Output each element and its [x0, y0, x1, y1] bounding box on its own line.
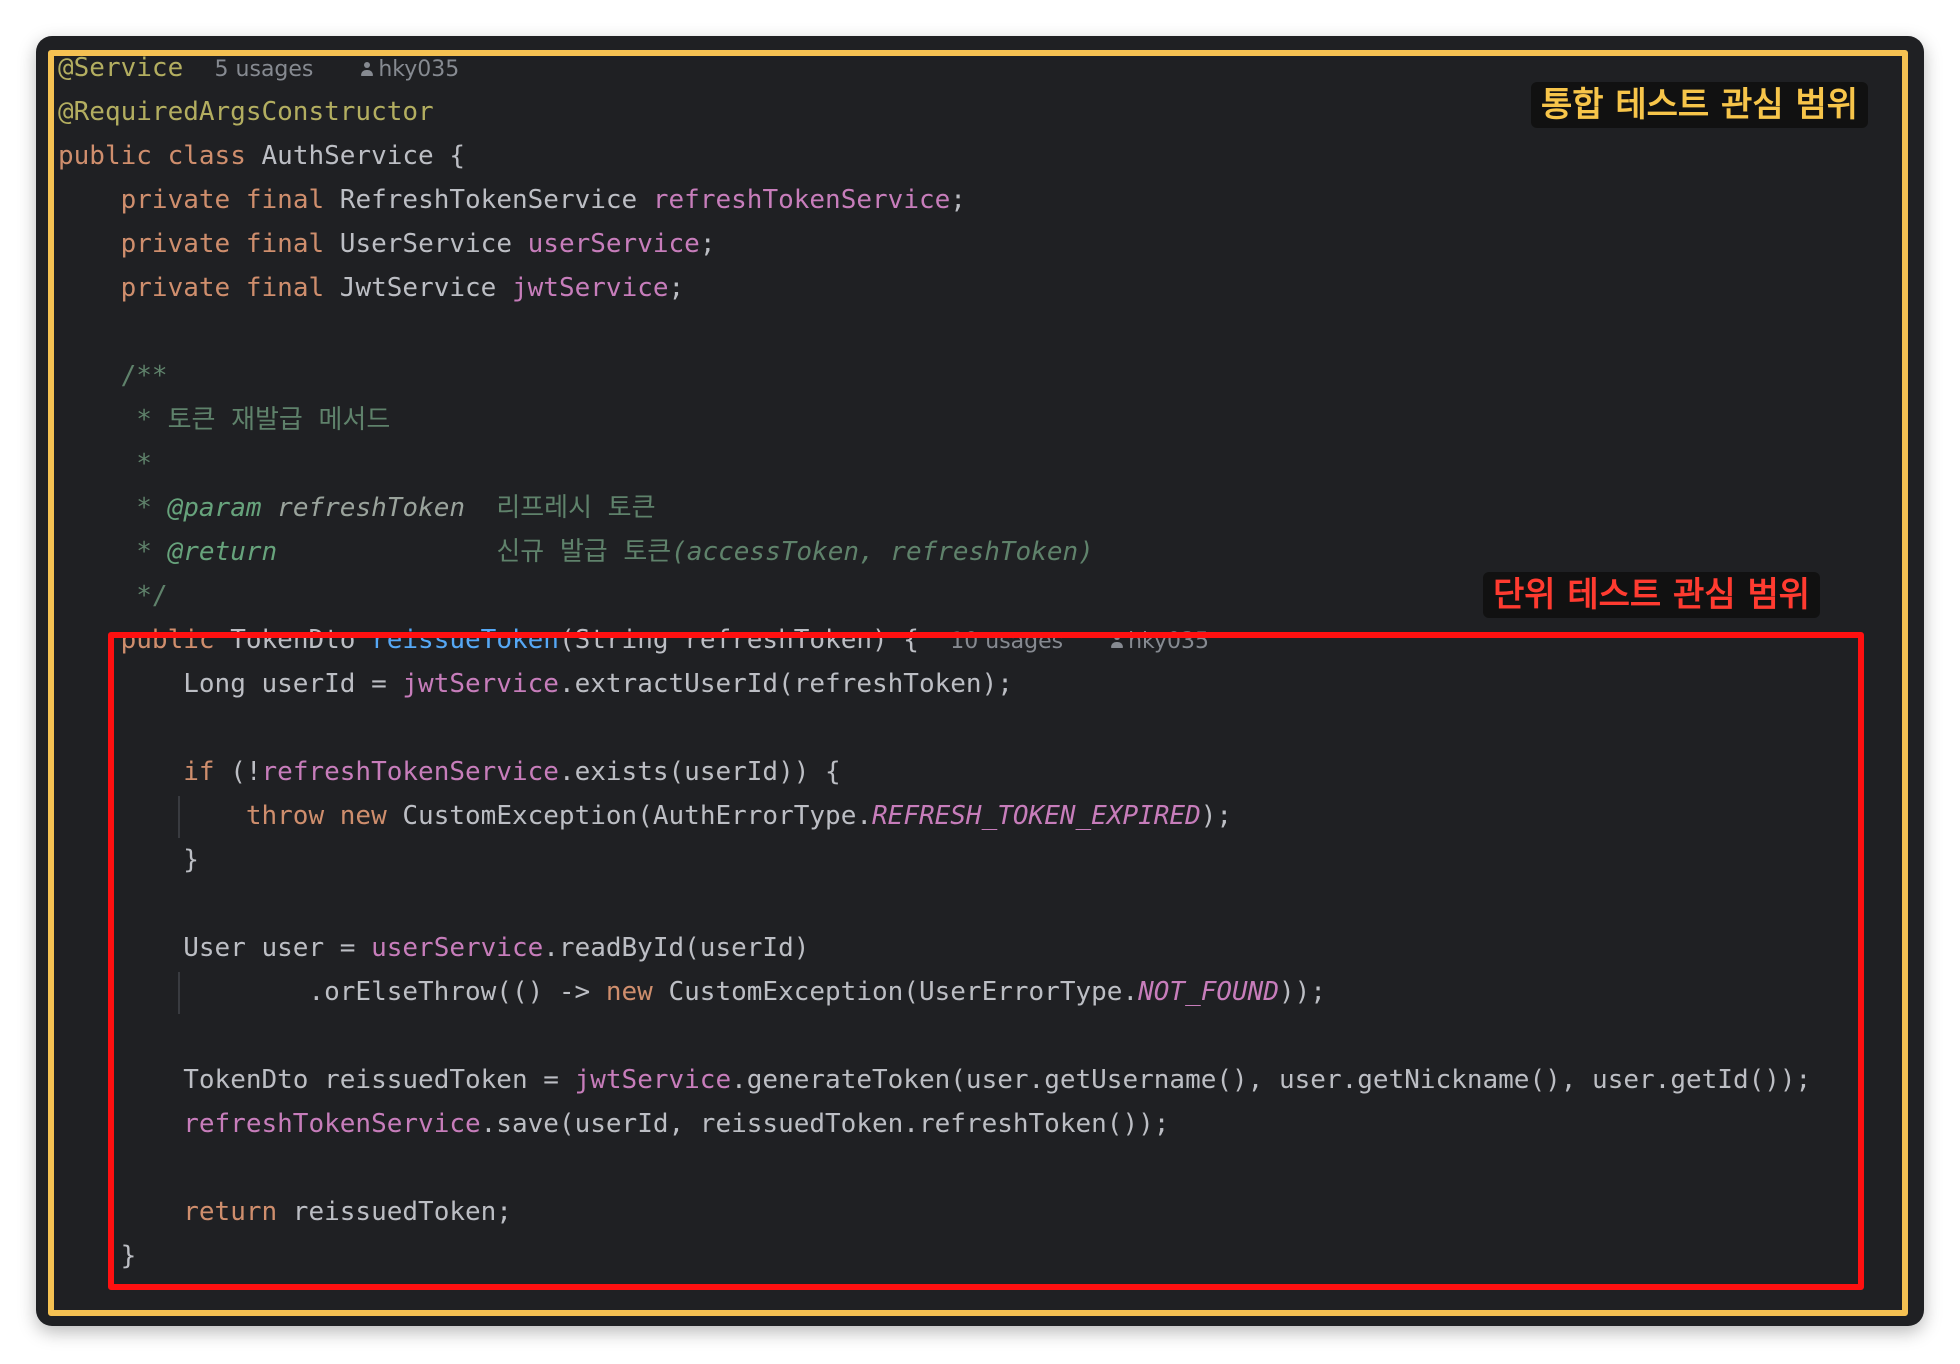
doc-star: * — [136, 449, 152, 479]
field-ref: refreshTokenService — [183, 1109, 481, 1139]
keyword-new: new — [605, 977, 653, 1007]
service-annotation: @Service — [58, 53, 184, 83]
enum-constant: REFRESH_TOKEN_EXPIRED — [872, 801, 1201, 831]
enum-constant: NOT_FOUND — [1138, 977, 1279, 1007]
code-line-body: } — [58, 838, 199, 882]
code-text: .orElseThrow(() -> — [308, 977, 606, 1007]
code-text: CustomException(AuthErrorType. — [386, 801, 873, 831]
method-author-hint[interactable]: hky035 — [1110, 629, 1209, 654]
keyword-new: new — [339, 801, 387, 831]
code-line-body: return reissuedToken; — [58, 1190, 512, 1234]
method-params: (String refreshToken) { — [558, 625, 919, 655]
code-text: Long userId = — [183, 669, 403, 699]
code-line-class-decl: public class AuthService { — [58, 141, 466, 171]
field-name: userService — [527, 229, 700, 259]
code-text: )); — [1279, 977, 1326, 1007]
rac-annotation: @RequiredArgsConstructor — [58, 97, 434, 127]
code-line-body: throw new CustomException(AuthErrorType.… — [58, 794, 1232, 838]
field-ref: jwtService — [574, 1065, 732, 1095]
doc-star: * — [136, 537, 152, 567]
doc-return-desc: 신규 발급 토큰 — [496, 537, 672, 567]
person-icon — [1110, 633, 1124, 649]
indent-guide — [178, 972, 180, 1014]
code-text: .generateToken(user.getUsername(), user.… — [731, 1065, 1812, 1095]
field-ref: refreshTokenService — [261, 757, 559, 787]
keyword-throw: throw — [245, 801, 325, 831]
code-line-body: User user = userService.readById(userId) — [58, 926, 809, 970]
code-line-body: Long userId = jwtService.extractUserId(r… — [58, 662, 1013, 706]
doc-summary-text: 토큰 재발급 메서드 — [167, 405, 391, 435]
code-line-method-close: } — [58, 1234, 137, 1278]
service-author: hky035 — [378, 57, 460, 82]
method-author: hky035 — [1128, 629, 1210, 654]
person-icon — [360, 61, 374, 77]
doc-blank: * — [58, 442, 152, 486]
keyword-public: public — [120, 625, 215, 655]
doc-return: * @return 신규 발급 토큰(accessToken, refreshT… — [58, 530, 1094, 574]
doc-star: * — [136, 405, 152, 435]
doc-param-tag: @param — [167, 493, 262, 523]
service-usages-hint[interactable]: 5 usages — [215, 57, 314, 82]
field-ref: jwtService — [402, 669, 559, 699]
code-text: User user = — [183, 933, 372, 963]
code-text: CustomException(UserErrorType. — [652, 977, 1139, 1007]
keyword-private: private — [120, 185, 231, 215]
field-type: JwtService — [339, 273, 497, 303]
doc-star: * — [136, 493, 152, 523]
code-line-method-decl: public TokenDto reissueToken(String refr… — [58, 618, 1209, 662]
keyword-private: private — [120, 229, 231, 259]
field-type: UserService — [339, 229, 512, 259]
code-text: } — [183, 845, 199, 875]
keyword-if: if — [183, 757, 215, 787]
code-line-field: private final JwtService jwtService; — [120, 273, 685, 303]
code-line-body: .orElseThrow(() -> new CustomException(U… — [58, 970, 1326, 1014]
indent-guide — [178, 796, 180, 838]
keyword-private: private — [120, 273, 231, 303]
code-text: .readById(userId) — [543, 933, 810, 963]
code-text: ); — [1200, 801, 1233, 831]
code-text: reissuedToken; — [277, 1197, 512, 1227]
code-line-body: TokenDto reissuedToken = jwtService.gene… — [58, 1058, 1811, 1102]
service-author-hint[interactable]: hky035 — [360, 57, 459, 82]
code-line-body: if (!refreshTokenService.exists(userId))… — [58, 750, 841, 794]
doc-param: * @param refreshToken 리프레시 토큰 — [58, 486, 656, 530]
code-text: .extractUserId(refreshToken); — [558, 669, 1013, 699]
keyword-final: final — [245, 229, 325, 259]
field-name: jwtService — [512, 273, 669, 303]
code-line-service-annotation: @Service 5 usages hky035 — [58, 46, 459, 90]
code-text: (! — [214, 757, 262, 787]
keyword-return: return — [183, 1197, 278, 1227]
code-text: .save(userId, reissuedToken.refreshToken… — [480, 1109, 1170, 1139]
doc-param-name: refreshToken — [277, 493, 466, 523]
code-line-body: refreshTokenService.save(userId, reissue… — [58, 1102, 1169, 1146]
doc-close-text: */ — [136, 581, 168, 611]
doc-close: */ — [58, 574, 168, 618]
method-usages-hint[interactable]: 10 usages — [950, 629, 1063, 654]
code-text: .exists(userId)) { — [558, 757, 841, 787]
integration-test-scope-label: 통합 테스트 관심 범위 — [1530, 82, 1868, 128]
doc-param-desc: 리프레시 토큰 — [496, 493, 656, 523]
doc-open-text: /** — [120, 361, 168, 391]
code-text: TokenDto reissuedToken = — [183, 1065, 575, 1095]
doc-return-tag: @return — [167, 537, 278, 567]
keyword-final: final — [245, 273, 325, 303]
field-ref: userService — [371, 933, 544, 963]
unit-test-scope-label: 단위 테스트 관심 범위 — [1482, 572, 1820, 618]
class-name: AuthService — [261, 141, 434, 171]
keyword-public: public — [58, 141, 152, 171]
doc-open: /** — [58, 354, 168, 398]
field-name: refreshTokenService — [652, 185, 951, 215]
code-line-field: private final UserService userService; — [120, 229, 716, 259]
code-line-rac-annotation: @RequiredArgsConstructor — [58, 90, 434, 134]
code-editor: @Service 5 usages hky035 @RequiredArgsCo… — [36, 36, 1924, 1326]
keyword-final: final — [245, 185, 325, 215]
code-text: } — [120, 1241, 137, 1271]
method-name[interactable]: reissueToken — [371, 625, 559, 655]
doc-return-code: (accessToken, refreshToken) — [671, 537, 1094, 567]
keyword-class: class — [167, 141, 246, 171]
method-return-type: TokenDto — [230, 625, 356, 655]
field-type: RefreshTokenService — [339, 185, 638, 215]
doc-summary: * 토큰 재발급 메서드 — [58, 398, 390, 442]
code-line-field: private final RefreshTokenService refres… — [120, 185, 966, 215]
